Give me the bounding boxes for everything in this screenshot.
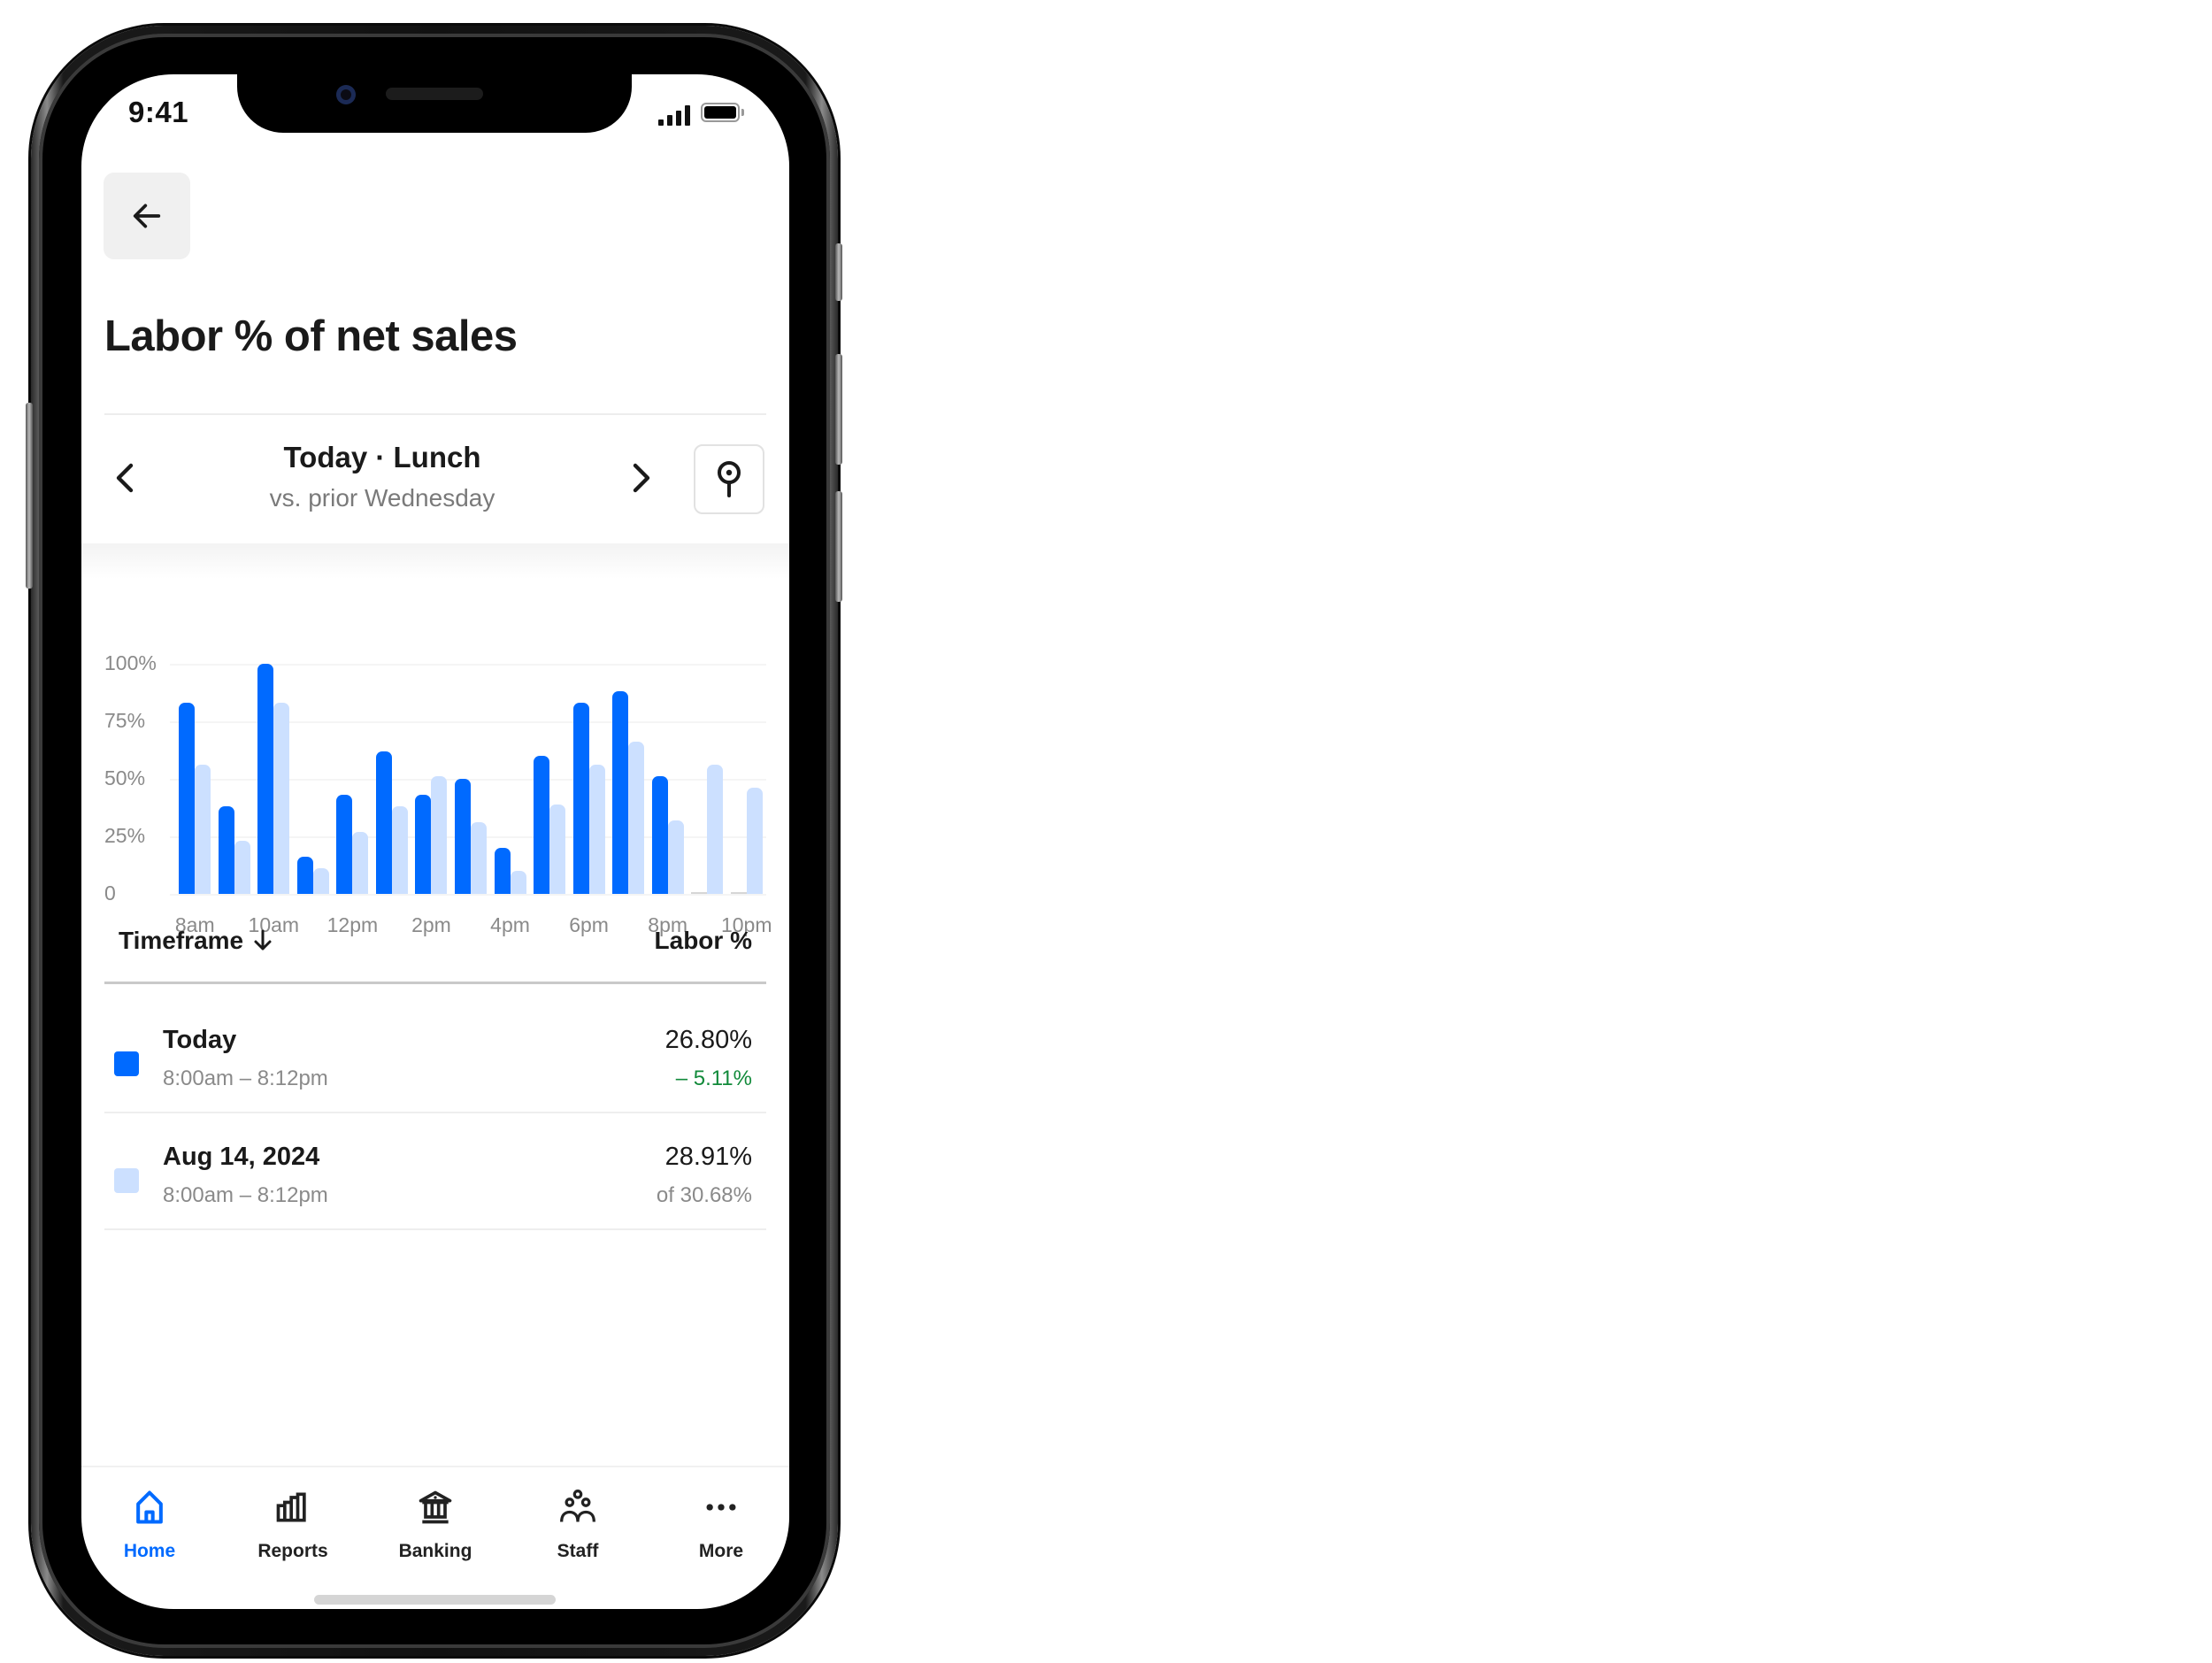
more-dots-icon [700, 1486, 742, 1528]
location-button[interactable] [694, 444, 764, 514]
tab-label: Home [123, 1541, 176, 1561]
current-series-swatch [114, 1051, 139, 1076]
app-screen: 9:41 Labor % of net sales Today · Lunch … [81, 74, 789, 1609]
tab-staff[interactable]: Staff [511, 1486, 644, 1562]
prior-series-swatch [114, 1168, 139, 1193]
page-title: Labor % of net sales [104, 312, 518, 360]
arrow-left-icon [133, 204, 161, 228]
period-comparison: vs. prior Wednesday [269, 484, 495, 512]
tab-label: More [698, 1541, 744, 1561]
tab-label: Staff [557, 1541, 599, 1561]
table-header-divider [104, 982, 766, 984]
next-period-button[interactable] [623, 453, 658, 503]
tab-label: Reports [257, 1541, 328, 1561]
today-bar-7pm[interactable] [612, 691, 629, 894]
prior-bar-8am[interactable] [195, 765, 211, 894]
timeframe-column-header[interactable]: Timeframe [119, 927, 273, 955]
location-pin-icon [718, 460, 741, 497]
y-axis-tick-label: 0 [104, 882, 116, 905]
phone-volume-down-button [835, 491, 842, 602]
today-bar-11am[interactable] [296, 857, 313, 894]
today-bar-10am[interactable] [257, 664, 274, 894]
home-icon [128, 1486, 171, 1528]
x-axis-tick-label: 12pm [326, 913, 379, 936]
staff-icon [557, 1486, 599, 1528]
timeframe-header-label: Timeframe [119, 927, 244, 954]
row-title: Aug 14, 2024 [163, 1143, 320, 1171]
prior-bar-6pm[interactable] [588, 765, 605, 894]
battery-full-icon [701, 103, 740, 122]
front-camera [336, 85, 356, 104]
bar-chart-icon [272, 1486, 314, 1528]
y-axis-tick-label: 25% [104, 824, 146, 847]
today-bar-2pm[interactable] [415, 795, 432, 894]
y-axis-tick-label: 50% [104, 766, 146, 789]
x-axis-tick-label: 2pm [411, 913, 451, 936]
prior-bar-7pm[interactable] [628, 742, 645, 894]
today-bar-8am[interactable] [179, 703, 196, 894]
x-axis-tick-label: 6pm [569, 913, 609, 936]
row-time-range: 8:00am – 8:12pm [163, 1066, 328, 1090]
y-axis-tick-label: 100% [104, 651, 157, 674]
row-comparison: – 5.11% [675, 1066, 752, 1090]
today-bar-3pm[interactable] [455, 779, 471, 894]
title-divider [104, 413, 766, 415]
phone-power-button [835, 243, 842, 301]
prior-bar-3pm[interactable] [471, 822, 487, 894]
row-labor-percent: 28.91% [664, 1143, 752, 1171]
arrow-down-icon [254, 929, 272, 951]
back-button[interactable] [104, 173, 190, 259]
today-bar-10pm[interactable] [730, 892, 747, 894]
row-divider [104, 1228, 766, 1230]
previous-period-button[interactable] [108, 453, 143, 503]
tab-banking[interactable]: Banking [369, 1486, 502, 1562]
tab-reports[interactable]: Reports [227, 1486, 359, 1562]
prior-bar-4pm[interactable] [510, 871, 526, 894]
labor-percent-bar-chart: 100% 75% 50% 25% 0 8am 10am 12pm 2pm 4pm 6pm 8pm 10p… [81, 570, 789, 959]
tab-label: Banking [398, 1541, 472, 1561]
today-bar-12pm[interactable] [336, 795, 353, 894]
phone-volume-up-button [835, 354, 842, 465]
prior-bar-5pm[interactable] [549, 804, 566, 894]
prior-bar-11am[interactable] [312, 868, 329, 894]
today-bar-9pm[interactable] [691, 892, 708, 894]
prior-bar-8pm[interactable] [667, 820, 684, 894]
row-labor-percent: 26.80% [664, 1026, 752, 1054]
prior-bar-2pm[interactable] [431, 776, 448, 894]
today-bar-1pm[interactable] [375, 751, 392, 894]
prior-bar-9am[interactable] [234, 841, 250, 894]
today-bar-4pm[interactable] [494, 848, 511, 894]
today-bar-5pm[interactable] [534, 756, 550, 894]
today-bar-8pm[interactable] [651, 776, 668, 894]
phone-silent-switch [26, 403, 33, 589]
prior-bar-1pm[interactable] [391, 806, 408, 894]
cellular-signal-icon [658, 104, 692, 126]
home-indicator[interactable] [314, 1595, 556, 1605]
chevron-left-icon [116, 463, 134, 493]
row-title: Today [163, 1026, 237, 1054]
phone-notch [237, 74, 632, 133]
x-axis-tick-label: 4pm [490, 913, 530, 936]
labor-percent-column-header: Labor % [654, 927, 752, 954]
chevron-right-icon [633, 463, 650, 493]
today-bar-9am[interactable] [218, 806, 234, 894]
tab-bar-divider [81, 1466, 789, 1467]
status-time: 9:41 [128, 96, 189, 128]
earpiece-speaker [386, 88, 483, 100]
prior-bar-9pm[interactable] [707, 765, 724, 894]
bank-icon [414, 1486, 457, 1528]
today-bar-6pm[interactable] [572, 703, 589, 894]
tab-home[interactable]: Home [83, 1486, 216, 1562]
battery-tip [741, 109, 744, 116]
y-axis-tick-label: 75% [104, 709, 146, 732]
period-title: Today · Lunch [283, 441, 481, 473]
row-divider [104, 1112, 766, 1113]
prior-bar-12pm[interactable] [352, 831, 369, 894]
tab-more[interactable]: More [655, 1486, 787, 1562]
row-time-range: 8:00am – 8:12pm [163, 1183, 328, 1207]
gridline [170, 894, 766, 896]
prior-bar-10pm[interactable] [746, 788, 763, 894]
row-comparison: of 30.68% [656, 1183, 752, 1207]
prior-bar-10am[interactable] [273, 703, 290, 894]
